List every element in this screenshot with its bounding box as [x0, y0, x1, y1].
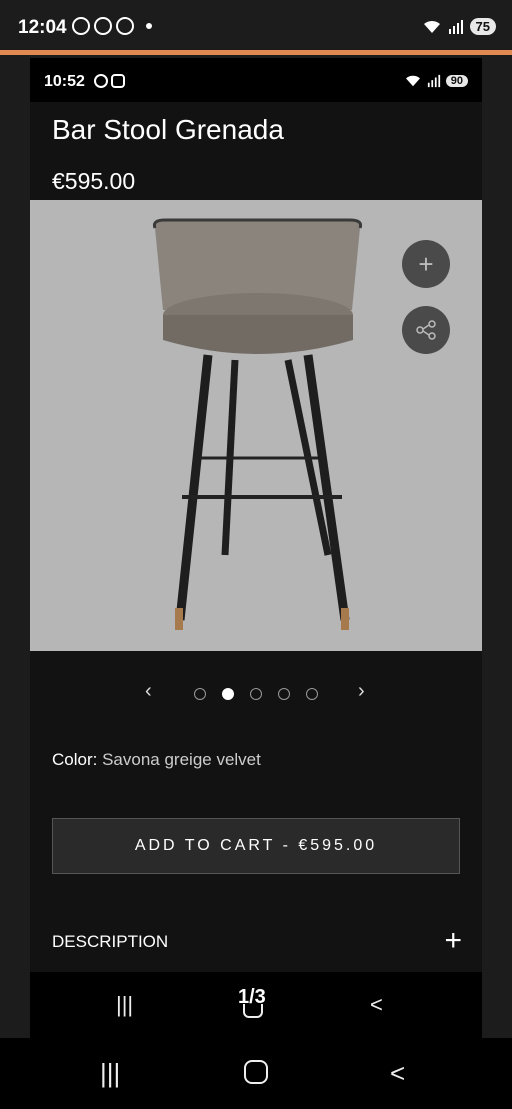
inner-navigation-bar: ||| 1/3 <	[30, 972, 482, 1038]
carousel-dot[interactable]	[278, 688, 290, 700]
more-notifications-icon	[146, 23, 152, 29]
inner-screen: 10:52 90 Bar Stool Grenada €595.00 + ‹ ›…	[30, 58, 482, 1038]
app-notification-icon	[72, 17, 90, 35]
carousel-dot[interactable]	[306, 688, 318, 700]
signal-icon	[427, 74, 440, 88]
wifi-icon	[405, 75, 420, 87]
sync-icon	[94, 74, 108, 88]
instagram-icon	[111, 74, 125, 88]
accent-divider	[0, 50, 512, 55]
inner-time: 10:52	[44, 73, 85, 90]
outer-time: 12:04	[18, 17, 67, 38]
carousel-dot[interactable]	[194, 688, 206, 700]
color-info: Color: Savona greige velvet	[52, 750, 261, 770]
carousel-next-button[interactable]: ›	[358, 680, 365, 703]
page-indicator: 1/3	[238, 986, 266, 1008]
carousel-dot-active[interactable]	[222, 688, 234, 700]
add-to-cart-button[interactable]: ADD TO CART - €595.00	[52, 818, 460, 874]
carousel-dots	[194, 688, 318, 700]
color-value: Savona greige velvet	[102, 750, 261, 769]
whatsapp-icon	[94, 17, 112, 35]
product-price: €595.00	[52, 168, 136, 194]
carousel-prev-button[interactable]: ‹	[145, 680, 152, 703]
image-carousel-controls: ‹ ›	[30, 678, 482, 708]
outer-status-bar: 12:04 75	[0, 0, 512, 52]
system-icons: 75	[422, 18, 496, 35]
wifi-icon	[423, 20, 440, 33]
inner-notification-icons	[94, 74, 125, 88]
share-button[interactable]	[402, 306, 450, 354]
color-label: Color:	[52, 750, 98, 769]
expand-plus-icon[interactable]: +	[444, 924, 462, 958]
signal-icon	[448, 19, 463, 34]
sync-icon	[116, 17, 134, 35]
notification-icons	[72, 17, 152, 35]
zoom-button[interactable]: +	[402, 240, 450, 288]
battery-badge: 90	[445, 75, 468, 87]
inner-system-icons: 90	[404, 74, 468, 88]
back-icon[interactable]: <	[390, 1058, 405, 1089]
description-toggle-label[interactable]: DESCRIPTION	[52, 932, 168, 952]
inner-status-bar: 10:52 90	[30, 58, 482, 102]
carousel-dot[interactable]	[250, 688, 262, 700]
outer-navigation-bar: ||| <	[0, 1038, 512, 1109]
plus-icon: +	[418, 248, 434, 279]
home-button[interactable]	[244, 1060, 268, 1084]
product-image[interactable]: +	[30, 200, 482, 651]
recent-apps-icon[interactable]: |||	[100, 1058, 120, 1089]
product-title: Bar Stool Grenada	[52, 114, 284, 145]
share-icon	[416, 320, 436, 340]
battery-badge: 75	[469, 18, 496, 35]
back-icon[interactable]: <	[370, 992, 383, 1018]
recent-apps-icon[interactable]: |||	[116, 992, 133, 1018]
